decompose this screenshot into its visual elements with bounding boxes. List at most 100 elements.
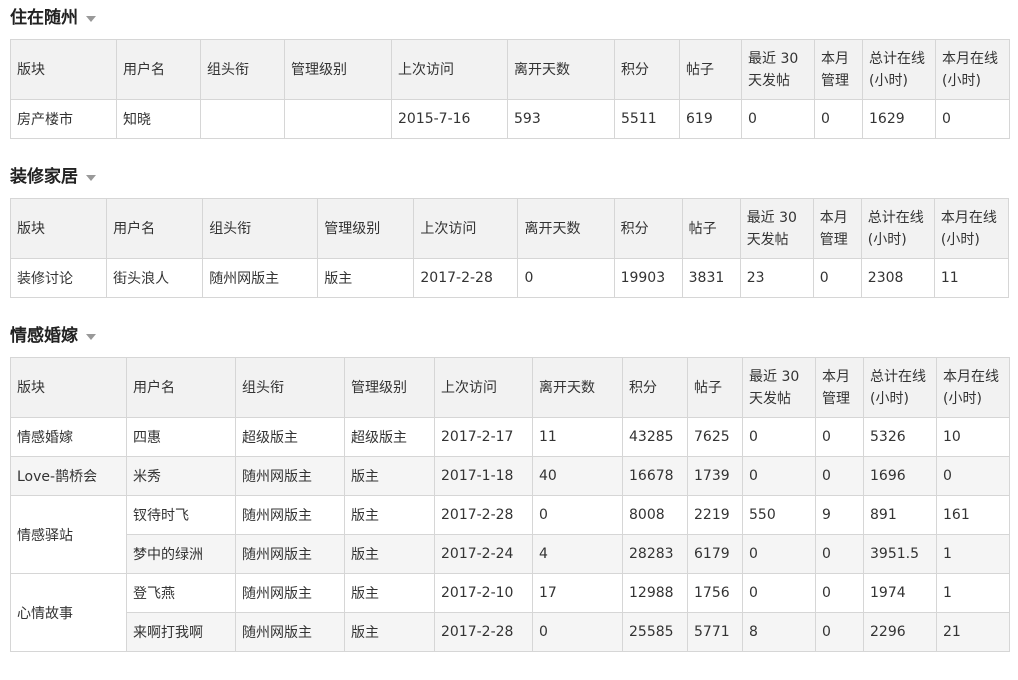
month-manage: 0 (815, 534, 864, 574)
posts: 5771 (687, 612, 743, 652)
table-header-row: 版块 用户名 组头衔 管理级别 上次访问 离开天数 积分 帖子 最近 30 天发… (10, 357, 1010, 418)
last-visit: 2017-2-28 (434, 612, 533, 652)
header-total-online: 总计在线(小时) (860, 198, 935, 259)
last-visit: 2017-2-28 (413, 258, 519, 298)
user-link[interactable]: 街头浪人 (106, 258, 204, 298)
user-link[interactable]: 米秀 (126, 456, 236, 496)
header-board: 版块 (10, 39, 117, 100)
recent-posts: 23 (739, 258, 814, 298)
days-away: 0 (532, 495, 623, 535)
total-online: 1974 (863, 573, 937, 613)
admin-level: 超级版主 (344, 417, 435, 457)
group-title (200, 99, 285, 139)
table-row: 情感婚嫁 四惠 超级版主 超级版主 2017-2-17 11 43285 762… (10, 417, 1010, 457)
points: 25585 (622, 612, 688, 652)
header-month-online: 本月在线(小时) (935, 39, 1010, 100)
user-link[interactable]: 来啊打我啊 (126, 612, 236, 652)
board-link[interactable]: 情感驿站 (10, 495, 127, 574)
user-link[interactable]: 梦中的绿洲 (126, 534, 236, 574)
month-manage: 0 (815, 456, 864, 496)
days-away: 11 (532, 417, 623, 457)
group-title: 随州网版主 (235, 573, 345, 613)
points: 5511 (614, 99, 680, 139)
section-title-zhuangxiu-jiaju[interactable]: 装修家居 (10, 165, 1008, 189)
header-user: 用户名 (116, 39, 201, 100)
posts: 3831 (681, 258, 741, 298)
group-title: 随州网版主 (202, 258, 319, 298)
user-link[interactable]: 登飞燕 (126, 573, 236, 613)
header-board: 版块 (9, 198, 108, 259)
posts: 6179 (687, 534, 743, 574)
table-row: 情感驿站 钗待时飞 随州网版主 版主 2017-2-28 0 8008 2219… (10, 495, 1010, 574)
board-link[interactable]: 心情故事 (10, 573, 127, 652)
last-visit: 2017-2-10 (434, 573, 533, 613)
header-posts: 帖子 (679, 39, 742, 100)
moderator-table-3: 版块 用户名 组头衔 管理级别 上次访问 离开天数 积分 帖子 最近 30 天发… (10, 357, 1010, 652)
header-month-online: 本月在线(小时) (936, 357, 1010, 418)
table-row: 装修讨论 街头浪人 随州网版主 版主 2017-2-28 0 19903 383… (9, 258, 1010, 298)
user-link[interactable]: 知晓 (116, 99, 201, 139)
header-title: 组头衔 (202, 198, 319, 259)
section-title-qinggan-hunjia[interactable]: 情感婚嫁 (10, 324, 1008, 348)
header-days-away: 离开天数 (507, 39, 615, 100)
admin-level (284, 99, 392, 139)
admin-level: 版主 (317, 258, 415, 298)
recent-posts: 0 (742, 456, 816, 496)
recent-posts: 0 (741, 99, 815, 139)
last-visit: 2017-1-18 (434, 456, 533, 496)
total-online: 5326 (863, 417, 937, 457)
group-title: 随州网版主 (235, 612, 345, 652)
header-days-away: 离开天数 (532, 357, 623, 418)
header-month-manage: 本月管理 (815, 357, 864, 418)
points: 8008 (622, 495, 688, 535)
table-row: 房产楼市 知晓 2015-7-16 593 5511 619 0 0 1629 … (10, 99, 1010, 139)
month-online: 0 (935, 99, 1010, 139)
chevron-down-icon[interactable] (86, 16, 96, 22)
posts: 2219 (687, 495, 743, 535)
board-link[interactable]: 装修讨论 (9, 258, 108, 298)
table-header-row: 版块 用户名 组头衔 管理级别 上次访问 离开天数 积分 帖子 最近 30 天发… (10, 39, 1010, 100)
moderator-table-2: 版块 用户名 组头衔 管理级别 上次访问 离开天数 积分 帖子 最近 30 天发… (9, 198, 1010, 298)
chevron-down-icon[interactable] (86, 175, 96, 181)
header-level: 管理级别 (317, 198, 415, 259)
table-row: Love-鹊桥会 米秀 随州网版主 版主 2017-1-18 40 16678 … (10, 456, 1010, 496)
admin-level: 版主 (344, 495, 435, 535)
days-away: 593 (507, 99, 615, 139)
header-user: 用户名 (106, 198, 204, 259)
admin-level: 版主 (344, 573, 435, 613)
user-link[interactable]: 钗待时飞 (126, 495, 236, 535)
month-online: 1 (936, 534, 1010, 574)
group-title: 随州网版主 (235, 456, 345, 496)
user-link[interactable]: 四惠 (126, 417, 236, 457)
last-visit: 2015-7-16 (391, 99, 508, 139)
board-link[interactable]: 情感婚嫁 (10, 417, 127, 457)
total-online: 2308 (860, 258, 935, 298)
header-last-visit: 上次访问 (413, 198, 519, 259)
header-points: 积分 (622, 357, 688, 418)
posts: 1739 (687, 456, 743, 496)
total-online: 1696 (863, 456, 937, 496)
board-link[interactable]: Love-鹊桥会 (10, 456, 127, 496)
chevron-down-icon[interactable] (86, 334, 96, 340)
header-month-manage: 本月管理 (812, 198, 862, 259)
recent-posts: 8 (742, 612, 816, 652)
admin-level: 版主 (344, 612, 435, 652)
section-title-zhuzai-suizhou[interactable]: 住在随州 (10, 6, 1008, 30)
recent-posts: 0 (742, 417, 816, 457)
points: 43285 (622, 417, 688, 457)
last-visit: 2017-2-24 (434, 534, 533, 574)
header-month-online: 本月在线(小时) (933, 198, 1010, 259)
month-manage: 0 (815, 417, 864, 457)
moderator-table-1: 版块 用户名 组头衔 管理级别 上次访问 离开天数 积分 帖子 最近 30 天发… (10, 39, 1010, 139)
header-board: 版块 (10, 357, 127, 418)
points: 12988 (622, 573, 688, 613)
header-recent-posts: 最近 30 天发帖 (741, 39, 815, 100)
admin-level: 版主 (344, 534, 435, 574)
header-last-visit: 上次访问 (391, 39, 508, 100)
board-link[interactable]: 房产楼市 (10, 99, 117, 139)
table-row: 来啊打我啊 随州网版主 版主 2017-2-28 0 25585 5771 8 … (11, 612, 1010, 652)
month-manage: 0 (815, 612, 864, 652)
last-visit: 2017-2-17 (434, 417, 533, 457)
posts: 7625 (687, 417, 743, 457)
month-manage: 0 (812, 258, 862, 298)
